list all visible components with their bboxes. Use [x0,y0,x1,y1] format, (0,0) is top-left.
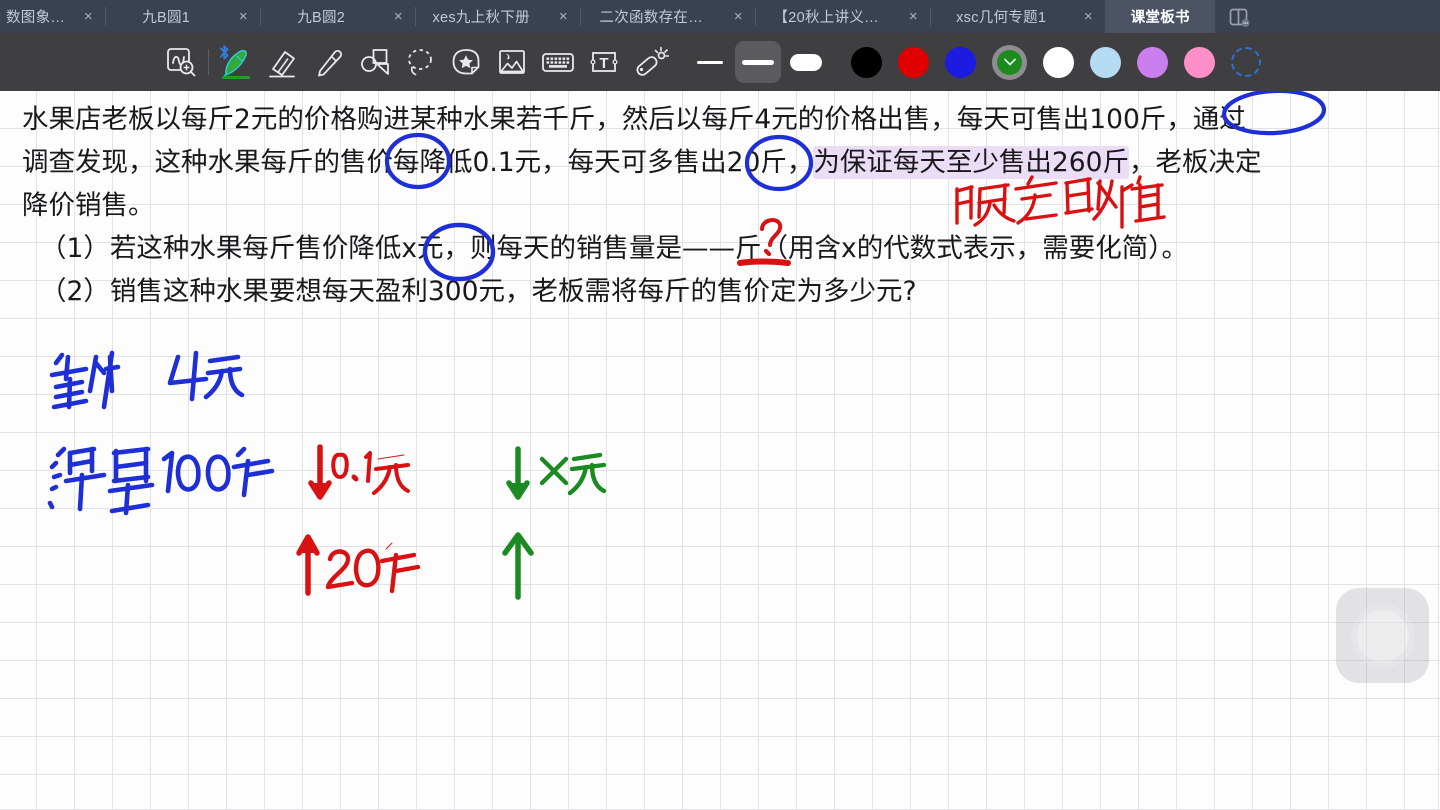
sticker-tool[interactable] [443,39,489,85]
textbox-icon: T [590,52,618,72]
ink-green-down-xyuan [506,446,607,500]
highlighter-tool[interactable] [305,39,351,85]
color-red[interactable] [898,46,929,78]
tab-close-3[interactable]: × [546,0,580,33]
assistive-touch-button[interactable] [1336,588,1429,683]
tab-close-1[interactable]: × [226,0,260,33]
tab-7-active[interactable]: 课堂板书 [1105,0,1216,33]
zoom-annotate-icon [167,48,196,77]
keyboard-icon [542,53,574,72]
ink-green-up-arrow [502,532,534,600]
stroke-width-group [687,41,829,83]
tab-label: 九B圆1 [142,10,191,26]
ink-label-shoujia [49,350,121,410]
stroke-width-medium[interactable] [735,41,781,83]
stroke-width-medium-indicator [742,59,774,65]
tab-close-2[interactable]: × [381,0,415,33]
color-green-selected[interactable] [997,49,1022,75]
textbox-tool[interactable]: T [581,39,627,85]
tab-close-4[interactable]: × [721,0,755,33]
eraser-tool[interactable] [259,39,305,85]
problem-line-1: 水果店老板以每斤2元的价格购进某种水果若千斤，然后以每斤4元的价格出售，每天可售… [22,104,1246,135]
tab-close-6[interactable]: × [1071,0,1105,33]
toolbar-divider [208,49,209,75]
tab-0[interactable]: 数图象… [0,0,71,33]
highlighted-condition: 为保证每天至少售出260斤 [813,146,1129,179]
tab-label: xsc几何专题1 [956,10,1047,26]
annotation-toolbar: T [0,33,1440,91]
tab-close-5[interactable]: × [896,0,930,33]
eraser-icon [269,51,295,78]
bluetooth-icon [220,45,229,60]
stroke-width-thin[interactable] [687,41,733,83]
tab-4[interactable]: 二次函数存在… [581,0,721,33]
tab-label: 数图象… [6,10,66,26]
problem-line-2-part-b: ，老板决定 [1128,147,1262,178]
pen-selected-indicator [222,76,250,79]
tab-3[interactable]: xes九上秋下册 [416,0,546,33]
lasso-select-tool[interactable] [397,39,443,85]
assistive-touch-ring [1356,609,1409,662]
question-2: （2）销售这种水果要想每天盈利300元，老板需将每斤的售价定为多少元? [40,276,917,307]
laser-pointer-icon [636,46,669,76]
tab-label: 二次函数存在… [599,10,703,26]
problem-line-3: 降价销售。 [22,190,155,221]
problem-line-2-part-a: 调查发现，这种水果每斤的售价每降低0.1元，每天可多售出20斤， [22,147,814,178]
tab-label: 课堂板书 [1130,10,1190,26]
stroke-width-thick-indicator [790,53,822,71]
laser-pointer-tool[interactable] [627,39,673,85]
shapes-icon [361,49,389,75]
zoom-annotate-tool[interactable] [158,39,204,85]
color-light-blue[interactable] [1090,46,1121,78]
tab-6[interactable]: xsc几何专题1 [931,0,1071,33]
ink-label-xiaoliang [47,446,155,516]
tab-label: 【20秋上讲义… [773,10,879,26]
color-orchid[interactable] [1137,46,1168,78]
color-custom-picker[interactable] [1231,47,1261,77]
image-tool[interactable] [489,39,535,85]
image-icon [499,50,525,74]
color-palette [851,46,1261,78]
color-pink[interactable] [1184,46,1215,78]
problem-questions: （1）若这种水果每斤售价降低x元，则每天的销售量是——斤（用含x的代数式表示，需… [0,227,1440,313]
keyboard-tool[interactable] [535,39,581,85]
question-1: （1）若这种水果每斤售价降低x元，则每天的销售量是——斤（用含x的代数式表示，需… [40,233,1188,264]
lasso-select-icon [408,49,432,76]
tab-1[interactable]: 九B圆1 [106,0,226,33]
shapes-tool[interactable] [351,39,397,85]
color-white[interactable] [1043,46,1074,78]
tab-label: 九B圆2 [297,10,346,26]
tab-2[interactable]: 九B圆2 [261,0,381,33]
problem-body: 水果店老板以每斤2元的价格购进某种水果若千斤，然后以每斤4元的价格出售，每天可售… [0,91,1440,227]
lesson-document: 水果店老板以每斤2元的价格购进某种水果若千斤，然后以每斤4元的价格出售，每天可售… [0,91,1440,313]
color-black[interactable] [851,46,882,78]
ink-red-up-20jin [296,534,421,596]
highlighter-icon [318,49,343,77]
problem-line-2: 调查发现，这种水果每斤的售价每降低0.1元，每天可多售出20斤，为保证每天至少售… [22,141,1420,184]
tab-close-0[interactable]: × [71,0,105,33]
whiteboard-canvas[interactable]: 水果店老板以每斤2元的价格购进某种水果若千斤，然后以每斤4元的价格出售，每天可售… [0,91,1440,810]
ink-value-4yuan [167,350,245,402]
browser-tab-bar: 数图象… × 九B圆1 × 九B圆2 × xes九上秋下册 × 二次函数存在… … [0,0,1440,33]
pen-tool[interactable] [213,39,259,85]
stroke-width-thin-indicator [697,60,723,64]
tab-5[interactable]: 【20秋上讲义… [756,0,896,33]
color-blue[interactable] [945,46,976,78]
tab-label: xes九上秋下册 [432,10,530,26]
svg-text:T: T [599,55,608,72]
sticker-star-icon [452,49,480,75]
tab-overview-button[interactable] [1215,0,1263,33]
stroke-width-thick[interactable] [783,41,829,83]
app-window: 数图象… × 九B圆1 × 九B圆2 × xes九上秋下册 × 二次函数存在… … [0,0,1440,810]
ink-value-100jin [161,446,275,498]
ink-red-down-0.1yuan [308,444,410,500]
split-view-icon [1229,8,1250,27]
chevron-down-icon [1003,58,1016,66]
